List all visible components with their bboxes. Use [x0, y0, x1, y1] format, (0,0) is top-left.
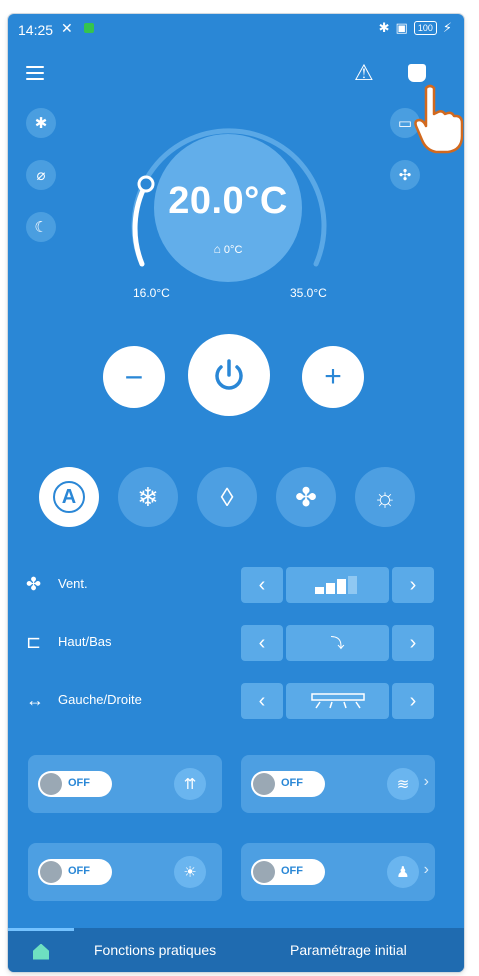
- horizontal-swing-icon: ↔: [26, 690, 44, 710]
- room-temperature: 0°C: [223, 244, 243, 256]
- wifi-status-icon: ▣: [395, 20, 408, 35]
- fan-level-indicator: [286, 567, 389, 603]
- room-temperature-row: ⌂ 0°C: [158, 242, 298, 256]
- function-card[interactable]: OFF ⇈: [28, 755, 222, 813]
- vertical-swing-icon: ⊏: [26, 632, 42, 652]
- fan-speed-stepper[interactable]: ‹ ›: [241, 567, 434, 603]
- updown-increase-button[interactable]: ›: [392, 625, 434, 661]
- battery-icon: 100: [413, 21, 437, 35]
- sim-icon: [84, 23, 94, 33]
- function-card[interactable]: OFF ≋ ›: [241, 755, 435, 813]
- chevron-right-icon[interactable]: ›: [424, 861, 429, 879]
- fan-decrease-button[interactable]: ‹: [241, 567, 283, 603]
- chevron-right-icon[interactable]: ›: [424, 773, 429, 791]
- fan-speed-icon: ✤: [26, 574, 42, 594]
- eco-off-icon[interactable]: ⌀: [26, 160, 56, 190]
- leftright-position-indicator: [286, 683, 389, 719]
- status-right: ✱ ▣ 100 ⚡: [379, 20, 452, 36]
- leftright-increase-button[interactable]: ›: [392, 683, 434, 719]
- mode-heat-button[interactable]: ☼: [355, 467, 415, 527]
- fan-icon: ✤: [295, 481, 317, 512]
- warning-icon[interactable]: ⚠: [354, 62, 374, 84]
- moon-icon[interactable]: ☾: [26, 212, 56, 242]
- dial-handle: [137, 175, 155, 193]
- function-toggle[interactable]: OFF: [38, 771, 112, 797]
- set-temperature: 20.0°C: [168, 180, 288, 222]
- droplet-icon: ◊: [220, 481, 234, 512]
- power-icon: [215, 359, 243, 390]
- mode-fan-button[interactable]: ✤: [276, 467, 336, 527]
- function-card[interactable]: OFF ☀: [28, 843, 222, 901]
- bottom-nav: Fonctions pratiques Paramétrage initial: [8, 928, 464, 972]
- function-toggle[interactable]: OFF: [251, 771, 325, 797]
- tab-home[interactable]: [8, 928, 74, 972]
- snowflake-icon: ❄: [137, 481, 159, 512]
- updown-label: Haut/Bas: [58, 634, 112, 649]
- leftright-label: Gauche/Droite: [58, 692, 142, 707]
- increase-temperature-button[interactable]: +: [302, 346, 364, 408]
- auto-mode-icon: A: [53, 481, 85, 513]
- person-icon: ♟: [387, 856, 419, 888]
- updown-position-indicator: ⤵: [286, 625, 389, 661]
- sun-icon: ☼: [373, 481, 397, 512]
- max-temperature: 35.0°C: [290, 286, 327, 300]
- louver-vertical-icon: ⤵: [330, 635, 345, 651]
- mute-icon: ✕: [61, 20, 73, 36]
- horizontal-swing-stepper[interactable]: ‹ ›: [241, 683, 434, 719]
- home-tab-icon: [33, 943, 49, 960]
- mode-auto-button[interactable]: A: [39, 467, 99, 527]
- bluetooth-icon[interactable]: ✱: [26, 108, 56, 138]
- bell-icon[interactable]: [408, 64, 426, 82]
- home-icon: ⌂: [213, 242, 221, 256]
- fan-label: Vent.: [58, 576, 88, 591]
- decrease-temperature-button[interactable]: −: [103, 346, 165, 408]
- vertical-swing-stepper[interactable]: ‹ ⤵ ›: [241, 625, 434, 661]
- wind-icon: ≋: [387, 768, 419, 800]
- fan-increase-button[interactable]: ›: [392, 567, 434, 603]
- leftright-decrease-button[interactable]: ‹: [241, 683, 283, 719]
- tab-settings[interactable]: Paramétrage initial: [290, 942, 407, 958]
- mode-cool-button[interactable]: ❄: [118, 467, 178, 527]
- mode-dry-button[interactable]: ◊: [197, 467, 257, 527]
- status-bar: 14:25 ✕ ✱ ▣ 100 ⚡: [8, 14, 464, 44]
- expand-icon[interactable]: ✣: [390, 160, 420, 190]
- power-button[interactable]: [188, 334, 270, 416]
- tab-functions[interactable]: Fonctions pratiques: [94, 942, 216, 958]
- louver-horizontal-icon: [310, 693, 365, 709]
- airflow-up-icon: ⇈: [174, 768, 206, 800]
- function-card[interactable]: OFF ♟ ›: [241, 843, 435, 901]
- bluetooth-status-icon: ✱: [378, 20, 390, 35]
- pointer-hand-icon: [414, 84, 464, 154]
- updown-decrease-button[interactable]: ‹: [241, 625, 283, 661]
- function-toggle[interactable]: OFF: [38, 859, 112, 885]
- menu-icon[interactable]: [26, 66, 44, 80]
- fan-level-bars: [314, 576, 357, 594]
- status-time: 14:25: [18, 22, 54, 38]
- function-toggle[interactable]: OFF: [251, 859, 325, 885]
- charging-icon: ⚡: [442, 20, 452, 35]
- app-screen: 14:25 ✕ ✱ ▣ 100 ⚡ ⚠ ✱ ⌀ ☾ ▭ ✣ 20.0°C ⌂ 0…: [8, 14, 464, 972]
- min-temperature: 16.0°C: [133, 286, 170, 300]
- lightbulb-icon: ☀: [174, 856, 206, 888]
